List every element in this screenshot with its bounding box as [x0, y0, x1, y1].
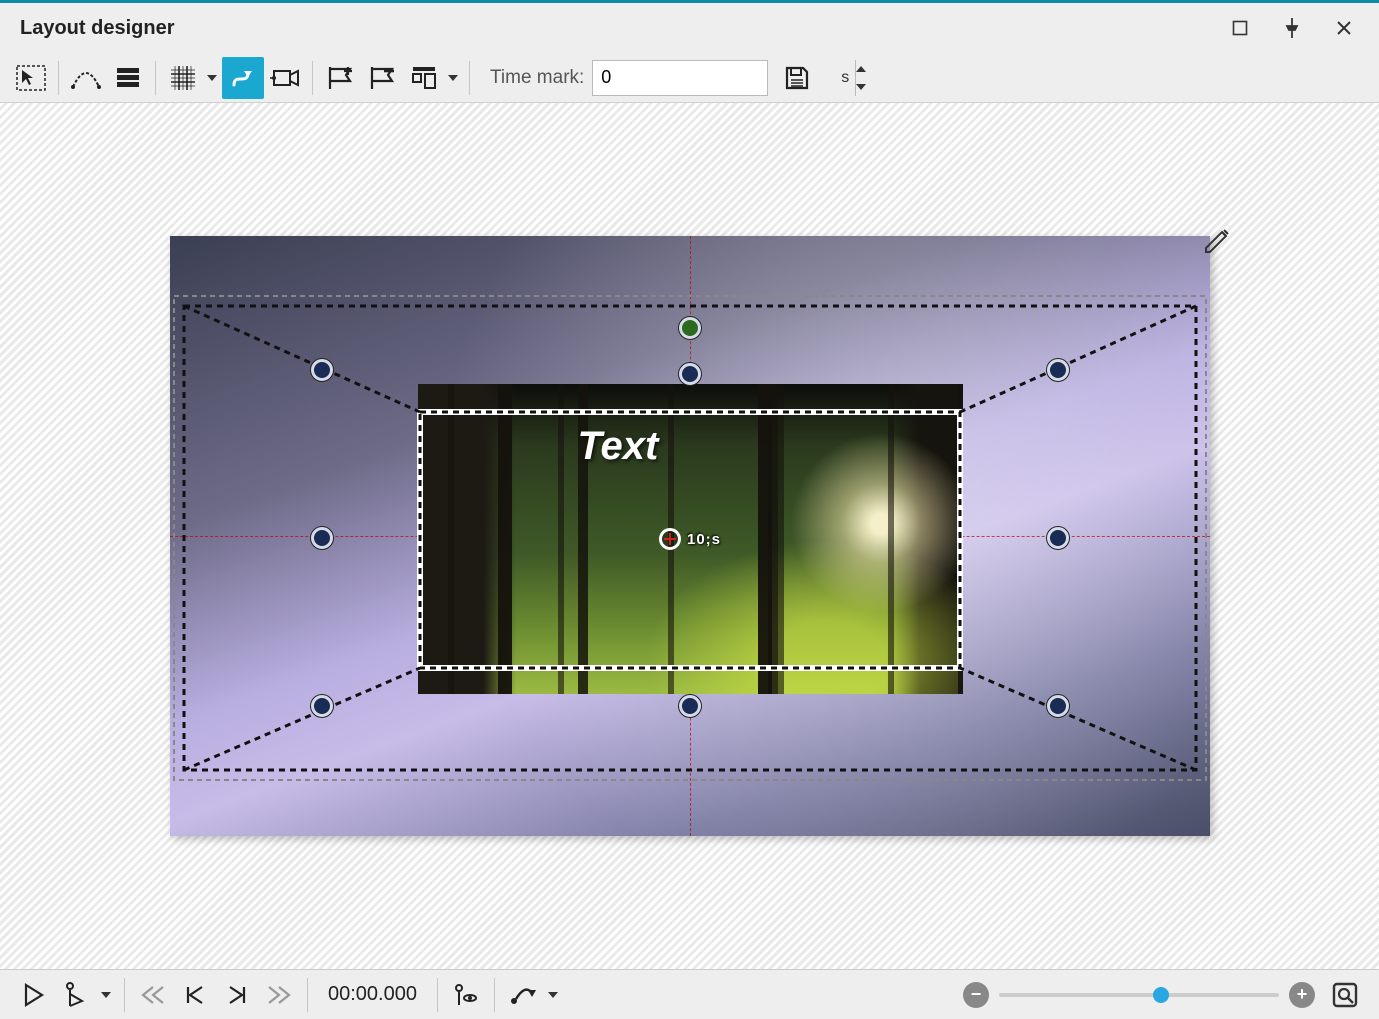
time-mark-label: Time mark: [490, 67, 584, 89]
time-mark-unit: s [841, 69, 855, 87]
playback-bar: 00:00.000 − + [0, 969, 1379, 1019]
title-bar: Layout designer [0, 3, 1379, 53]
save-button[interactable] [776, 57, 818, 99]
camera-tool-button[interactable] [264, 57, 306, 99]
grid-tool-button[interactable] [162, 57, 204, 99]
window-buttons [1215, 8, 1369, 48]
motion-path-button[interactable] [503, 975, 543, 1015]
rotate-handle[interactable] [679, 317, 701, 339]
separator [312, 61, 313, 95]
fast-forward-button[interactable] [259, 975, 299, 1015]
pin-button[interactable] [1267, 8, 1317, 48]
close-button[interactable] [1319, 8, 1369, 48]
window-title: Layout designer [20, 17, 174, 40]
toolbar: Time mark: s [0, 53, 1379, 103]
spin-up-button[interactable] [856, 60, 866, 78]
edit-pencil-button[interactable] [1202, 226, 1232, 261]
separator [307, 978, 308, 1012]
play-range-button[interactable] [56, 975, 96, 1015]
crosshair-icon [659, 528, 681, 550]
prev-frame-button[interactable] [175, 975, 215, 1015]
grid-dropdown[interactable] [204, 57, 220, 99]
play-button[interactable] [14, 975, 54, 1015]
separator [437, 978, 438, 1012]
center-duration: 10;s [687, 531, 721, 548]
resize-handle-top[interactable] [679, 363, 701, 385]
stage-wrap: Text 10;s [170, 236, 1210, 836]
zoom-fit-button[interactable] [1325, 975, 1365, 1015]
visibility-mode-button[interactable] [446, 975, 486, 1015]
align-tool-button[interactable] [403, 57, 445, 99]
zoom-slider-thumb[interactable] [1153, 987, 1169, 1003]
canvas-area[interactable]: Text 10;s [0, 103, 1379, 969]
time-mark-spinner[interactable] [855, 60, 866, 96]
align-dropdown[interactable] [445, 57, 461, 99]
motion-path-dropdown[interactable] [545, 974, 561, 1016]
spin-down-button[interactable] [856, 78, 866, 96]
resize-handle-right[interactable] [1047, 527, 1069, 549]
timecode-display: 00:00.000 [316, 983, 429, 1006]
resize-handle-bottom[interactable] [679, 695, 701, 717]
play-range-dropdown[interactable] [98, 974, 114, 1016]
resize-handle-tl[interactable] [311, 359, 333, 381]
time-mark-field[interactable]: s [592, 60, 768, 96]
resize-handle-left[interactable] [311, 527, 333, 549]
selection-tool-button[interactable] [10, 57, 52, 99]
next-frame-button[interactable] [217, 975, 257, 1015]
zoom-out-button[interactable]: − [963, 982, 989, 1008]
zoom-controls: − + [963, 975, 1365, 1015]
zoom-in-button[interactable]: + [1289, 982, 1315, 1008]
stack-tool-button[interactable] [107, 57, 149, 99]
resize-handle-br[interactable] [1047, 695, 1069, 717]
media-clip[interactable]: Text 10;s [418, 384, 963, 694]
separator [494, 978, 495, 1012]
separator [469, 61, 470, 95]
curve-tool-button[interactable] [65, 57, 107, 99]
center-marker[interactable]: 10;s [659, 528, 721, 550]
resize-handle-bl[interactable] [311, 695, 333, 717]
stage[interactable]: Text 10;s [170, 236, 1210, 836]
separator [58, 61, 59, 95]
separator [155, 61, 156, 95]
keyframe-add-button[interactable] [319, 57, 361, 99]
rewind-button[interactable] [133, 975, 173, 1015]
keyframe-remove-button[interactable] [361, 57, 403, 99]
path-tool-button[interactable] [222, 57, 264, 99]
text-overlay[interactable]: Text [578, 424, 659, 469]
resize-handle-tr[interactable] [1047, 359, 1069, 381]
maximize-button[interactable] [1215, 8, 1265, 48]
separator [124, 978, 125, 1012]
zoom-slider[interactable] [999, 993, 1279, 997]
